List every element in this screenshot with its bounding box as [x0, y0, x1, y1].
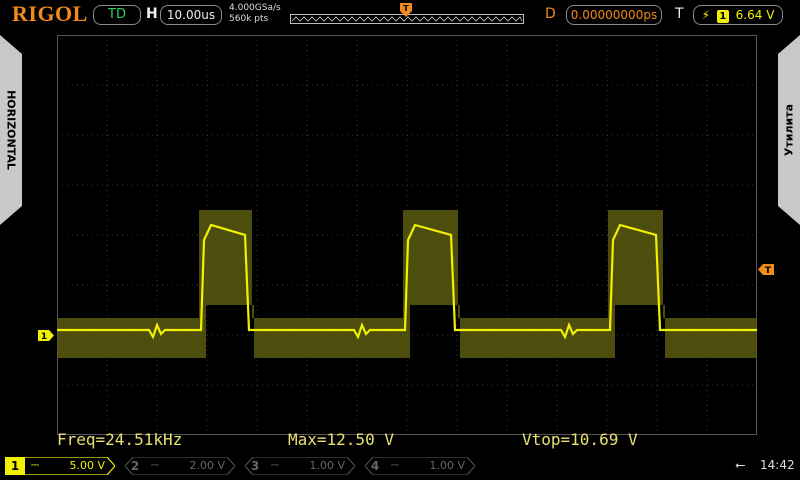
trigger-label: T [675, 6, 684, 22]
dc-coupling-icon: ⎓ [391, 460, 399, 471]
dc-coupling-icon: ⎓ [31, 460, 39, 471]
channel4-scale: 1.00 V [429, 459, 465, 472]
channel3-settings[interactable]: 3 ⎓ 1.00 V [245, 457, 355, 475]
measurement-freq: Freq=24.51kHz [57, 430, 183, 449]
channel1-ground-letter: 1 [41, 332, 47, 341]
trigger-level-marker[interactable]: T [758, 264, 774, 275]
sample-rate-info: 4.000GSa/s 560k pts [229, 3, 281, 25]
dc-coupling-icon: ⎓ [271, 460, 279, 471]
channel2-scale: 2.00 V [189, 459, 225, 472]
utility-menu-tab[interactable]: Утилита [778, 35, 800, 225]
usb-icon: ⭠ [735, 458, 746, 473]
trigger-source-badge: 1 [716, 10, 729, 23]
horizontal-label: H [146, 6, 158, 22]
horizontal-menu-tab[interactable]: HORIZONTAL [0, 35, 22, 225]
channel3-number: 3 [250, 459, 260, 473]
dc-coupling-icon: ⎓ [151, 460, 159, 471]
clock: 14:42 [760, 458, 795, 472]
channel3-scale: 1.00 V [309, 459, 345, 472]
waveform-display[interactable] [57, 35, 757, 435]
trigger-settings[interactable]: ⚡ 1 6.64 V [693, 5, 783, 25]
trigger-position-letter: T [403, 4, 409, 13]
measurement-vtop: Vtop=10.69 V [522, 430, 638, 449]
channel2-number: 2 [130, 459, 140, 473]
memory-depth: 560k pts [229, 14, 269, 24]
delay-label: D [545, 6, 556, 22]
channel1-number: 1 [10, 459, 20, 473]
channel1-settings[interactable]: 1 ⎓ 5.00 V [5, 457, 115, 475]
channel1-scale: 5.00 V [69, 459, 105, 472]
channel2-settings[interactable]: 2 ⎓ 2.00 V [125, 457, 235, 475]
trigger-status-indicator[interactable]: TD [93, 5, 141, 25]
trigger-level: 6.64 V [735, 8, 775, 22]
delay-display[interactable]: 0.00000000ps [566, 5, 662, 25]
utility-tab-label: Утилита [782, 103, 796, 157]
channel4-settings[interactable]: 4 ⎓ 1.00 V [365, 457, 475, 475]
rising-edge-icon: ⚡ [701, 8, 711, 22]
horizontal-tab-label: HORIZONTAL [4, 90, 18, 170]
trigger-position-marker[interactable]: T [400, 3, 412, 17]
channel4-number: 4 [370, 459, 380, 473]
trigger-level-letter: T [765, 266, 772, 275]
timebase-display[interactable]: 10.00us [160, 5, 222, 25]
brand-logo: RIGOL [12, 1, 88, 26]
channel1-ground-marker[interactable]: 1 [38, 330, 54, 341]
measurement-max: Max=12.50 V [288, 430, 394, 449]
sample-rate: 4.000GSa/s [229, 3, 281, 13]
